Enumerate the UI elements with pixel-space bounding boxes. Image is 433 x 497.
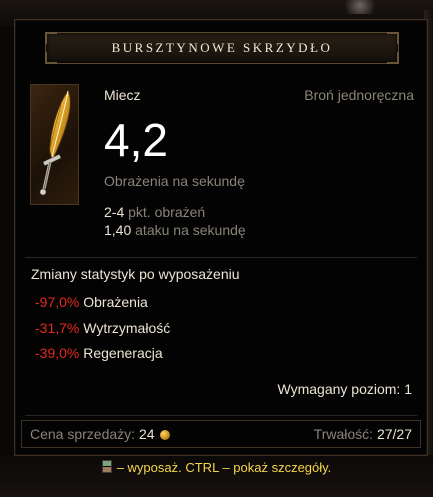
dps-value: 4,2: [104, 114, 168, 166]
stat-delta: -97,0%: [35, 294, 80, 310]
sell-price-label: Cena sprzedaży:: [30, 426, 136, 442]
item-type: Miecz: [104, 87, 141, 103]
golden-feather-sword-icon: [39, 90, 71, 196]
stat-delta: -31,7%: [35, 320, 80, 336]
divider: [25, 415, 417, 416]
stat-change-row: -39,0% Regeneracja: [35, 345, 163, 361]
item-title-bar: BURSZTYNOWE SKRZYDŁO: [45, 32, 399, 64]
control-hint: – wyposaż. CTRL – pokaż szczegóły.: [0, 460, 433, 475]
sell-price: Cena sprzedaży: 24: [30, 426, 170, 442]
damage-value: 2-4: [104, 204, 125, 220]
stat-label: Obrażenia: [83, 294, 148, 310]
attack-speed-label: ataku na sekundę: [135, 222, 246, 238]
attack-speed-row: 1,40 ataku na sekundę: [104, 222, 246, 238]
item-name: BURSZTYNOWE SKRZYDŁO: [111, 40, 333, 55]
stat-label: Regeneracja: [83, 345, 163, 361]
stat-changes-heading: Zmiany statystyk po wyposażeniu: [31, 266, 240, 282]
control-hint-text: – wyposaż. CTRL – pokaż szczegóły.: [116, 460, 332, 475]
item-tooltip: BURSZTYNOWE SKRZYDŁO Miecz Broń jednoręc…: [14, 19, 428, 456]
background-ornament: [340, 0, 380, 14]
durability-label: Trwałość:: [313, 426, 374, 442]
mouse-icon: [101, 460, 112, 473]
sell-price-value: 24: [138, 426, 155, 442]
stat-change-row: -97,0% Obrażenia: [35, 294, 148, 310]
tooltip-footer: Cena sprzedaży: 24 Trwałość: 27/27: [21, 420, 421, 448]
damage-row: 2-4 pkt. obrażeń: [104, 204, 205, 220]
attack-speed-value: 1,40: [104, 222, 132, 238]
gold-coin-icon: [159, 430, 170, 440]
dps-label: Obrażenia na sekundę: [104, 173, 245, 189]
damage-label: pkt. obrażeń: [128, 204, 206, 220]
durability-value: 27/27: [376, 426, 412, 442]
item-slot: Broń jednoręczna: [304, 87, 414, 103]
divider: [25, 257, 417, 258]
durability: Trwałość: 27/27: [314, 426, 412, 442]
stat-change-row: -31,7% Wytrzymałość: [35, 320, 170, 336]
required-level: Wymagany poziom: 1: [277, 381, 412, 397]
stat-delta: -39,0%: [35, 345, 80, 361]
item-icon-frame: [30, 84, 79, 205]
stat-label: Wytrzymałość: [83, 320, 171, 336]
